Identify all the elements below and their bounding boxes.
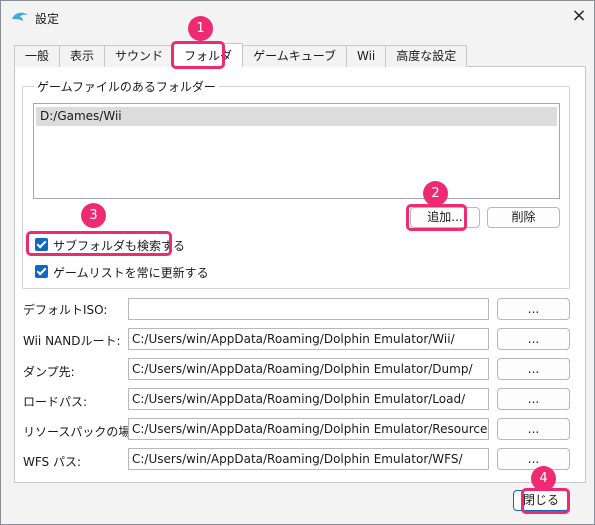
tab-advanced[interactable]: 高度な設定 [385,45,468,67]
wii-nand-root-field[interactable]: C:/Users/win/AppData/Roaming/Dolphin Emu… [128,328,489,350]
wfs-path-browse-button[interactable]: ... [497,448,570,470]
title-bar: 設定 × [1,1,594,35]
load-path-label: ロードパス: [23,395,88,409]
wii-nand-root-label: Wii NANDルート: [23,334,121,348]
window-title: 設定 [35,12,60,26]
tab-general[interactable]: 一般 [14,45,61,67]
dolphin-icon [12,12,28,21]
dump-path-field[interactable]: C:/Users/win/AppData/Roaming/Dolphin Emu… [128,358,489,380]
tab-display[interactable]: 表示 [59,45,106,67]
resource-packs-field[interactable]: C:/Users/win/AppData/Roaming/Dolphin Emu… [128,418,489,440]
default-iso-label: デフォルトISO: [23,303,108,317]
game-folders-group-title: ゲームファイルのあるフォルダー [34,78,219,95]
step-badge-4: 4 [531,466,556,491]
remove-folder-button[interactable]: 削除 [487,207,560,228]
load-path-field[interactable]: C:/Users/win/AppData/Roaming/Dolphin Emu… [128,388,489,410]
tab-bar: 一般 表示 サウンド フォルダ ゲームキューブ Wii 高度な設定 [14,43,468,67]
dump-path-label: ダンプ先: [23,365,75,379]
default-iso-field[interactable] [128,298,489,320]
dump-path-browse-button[interactable]: ... [497,358,570,380]
step-badge-3: 3 [81,203,106,228]
highlight-folders-tab [171,41,225,69]
tab-wii[interactable]: Wii [345,45,387,67]
wii-nand-root-browse-button[interactable]: ... [497,328,570,350]
wfs-path-field[interactable]: C:/Users/win/AppData/Roaming/Dolphin Emu… [128,448,489,470]
highlight-add-button [406,204,467,231]
step-badge-1: 1 [188,16,213,41]
default-iso-browse-button[interactable]: ... [497,298,570,320]
resource-packs-browse-button[interactable]: ... [497,418,570,440]
load-path-browse-button[interactable]: ... [497,388,570,410]
settings-window: 設定 × 一般 表示 サウンド フォルダ ゲームキューブ Wii 高度な設定 ゲ… [0,0,595,525]
always-refresh-label: ゲームリストを常に更新する [53,266,209,280]
always-refresh-checkbox[interactable] [35,265,48,278]
wfs-path-label: WFS パス: [23,455,82,469]
list-item[interactable]: D:/Games/Wii [36,107,557,126]
highlight-subfolders-option [26,231,172,256]
close-icon[interactable]: × [567,6,591,28]
highlight-close-button [521,488,570,514]
step-badge-2: 2 [423,181,448,206]
tab-gamecube[interactable]: ゲームキューブ [242,45,347,67]
tab-sound[interactable]: サウンド [104,45,175,67]
game-folder-list[interactable]: D:/Games/Wii [33,103,560,199]
